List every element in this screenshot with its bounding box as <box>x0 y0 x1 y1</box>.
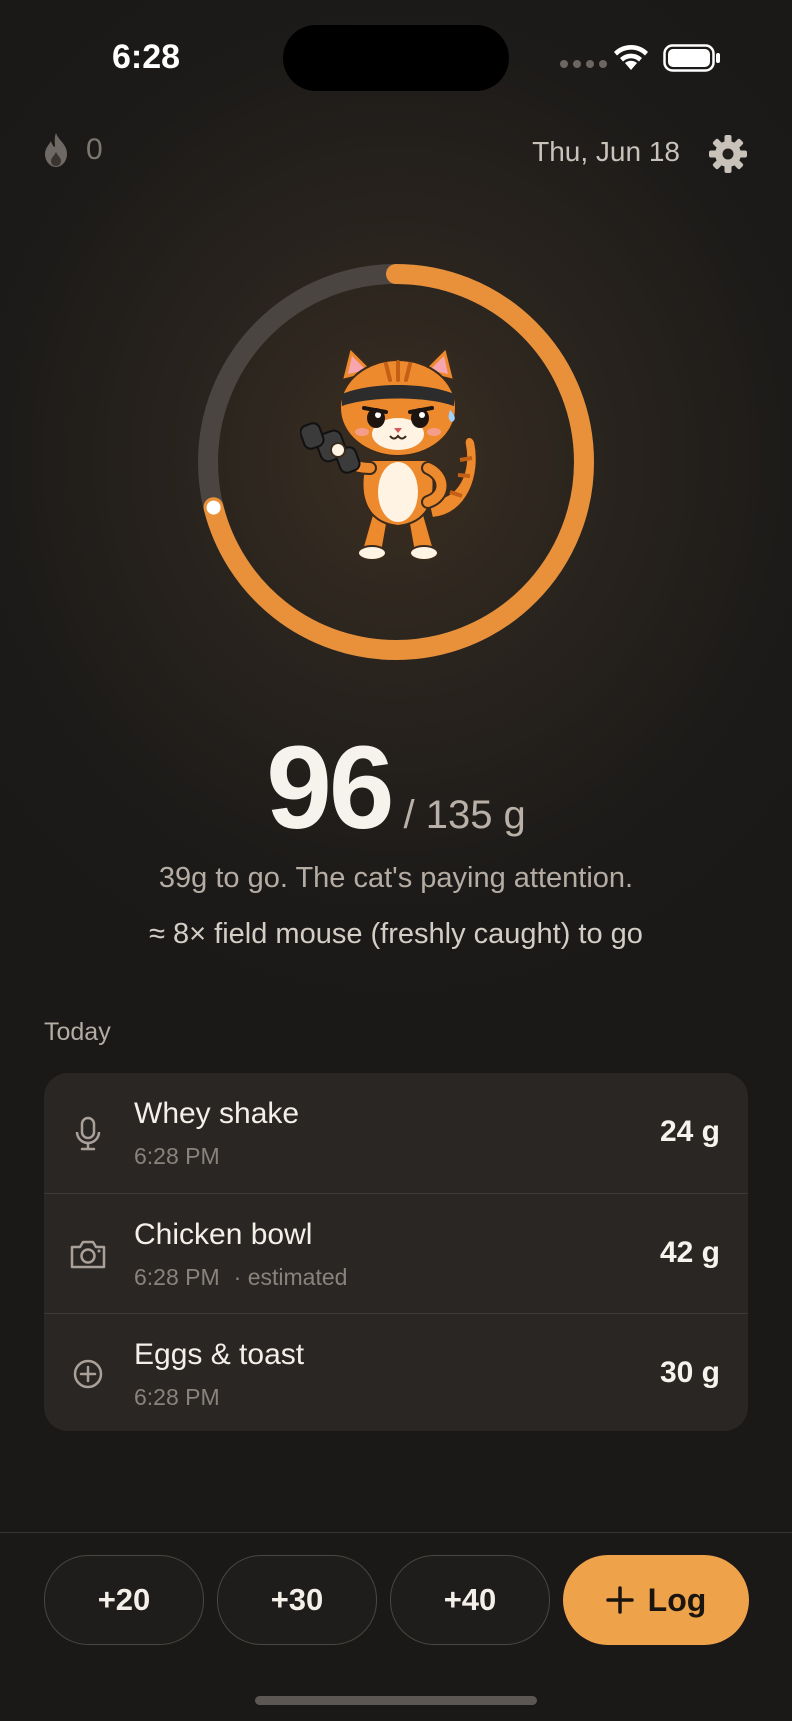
protein-progress: 96 / 135 g <box>0 720 792 856</box>
quick-add-40-button[interactable]: +40 <box>390 1555 550 1645</box>
status-time: 6:28 <box>112 38 181 76</box>
equivalence-text: ≈ 8× field mouse (freshly caught) to go <box>149 918 643 950</box>
flame-icon <box>45 133 67 167</box>
entries-list: Whey shake 6:28 PM 24 g Chicken bowl 6:2… <box>44 1073 748 1431</box>
entry-meta: 6:28 PM <box>134 1384 234 1411</box>
status-bar: 6:28 <box>0 0 792 110</box>
camera-icon <box>70 1240 106 1269</box>
log-button[interactable]: Log <box>563 1555 749 1645</box>
entry-name: Chicken bowl <box>134 1218 313 1251</box>
list-item[interactable]: Whey shake 6:28 PM 24 g <box>44 1073 748 1193</box>
entry-meta: 6:28 PM · estimated <box>134 1264 347 1291</box>
protein-current: 96 <box>266 722 394 854</box>
entry-note: · estimated <box>233 1264 348 1290</box>
home-indicator[interactable] <box>255 1696 537 1705</box>
microphone-icon <box>75 1116 101 1151</box>
entry-name: Whey shake <box>134 1097 300 1130</box>
cat-with-dumbbell-mascot <box>300 350 478 561</box>
cellular-signal-icon <box>560 60 607 68</box>
log-button-label: Log <box>647 1581 707 1618</box>
entry-amount: 42 g <box>659 1236 720 1269</box>
entry-name: Eggs & toast <box>134 1338 305 1371</box>
list-item[interactable]: Eggs & toast 6:28 PM 30 g <box>44 1313 748 1431</box>
progress-message: 39g to go. The cat's paying attention. <box>158 862 634 894</box>
section-title-today: Today <box>44 1018 111 1046</box>
entry-time: 6:28 PM <box>134 1143 220 1169</box>
gear-icon[interactable] <box>708 134 748 174</box>
protein-goal: / 135 g <box>403 793 526 837</box>
streak-count: 0 <box>86 133 103 166</box>
wifi-icon <box>614 44 648 70</box>
streak-indicator: 0 <box>42 132 103 168</box>
entry-time: 6:28 PM <box>134 1264 220 1290</box>
entry-meta: 6:28 PM <box>134 1143 234 1170</box>
quick-add-20-button[interactable]: +20 <box>44 1555 204 1645</box>
entry-time: 6:28 PM <box>134 1384 220 1410</box>
list-item[interactable]: Chicken bowl 6:28 PM · estimated 42 g <box>44 1193 748 1314</box>
entry-amount: 30 g <box>659 1356 720 1389</box>
progress-ring-knob <box>206 500 221 515</box>
bottom-bar-divider <box>0 1532 792 1533</box>
battery-icon <box>663 44 720 72</box>
dynamic-island <box>283 25 509 91</box>
plus-circle-icon <box>73 1359 103 1389</box>
quick-add-30-button[interactable]: +30 <box>217 1555 377 1645</box>
date-label: Thu, Jun 18 <box>532 136 680 167</box>
entry-amount: 24 g <box>659 1115 720 1148</box>
plus-icon <box>605 1586 634 1614</box>
